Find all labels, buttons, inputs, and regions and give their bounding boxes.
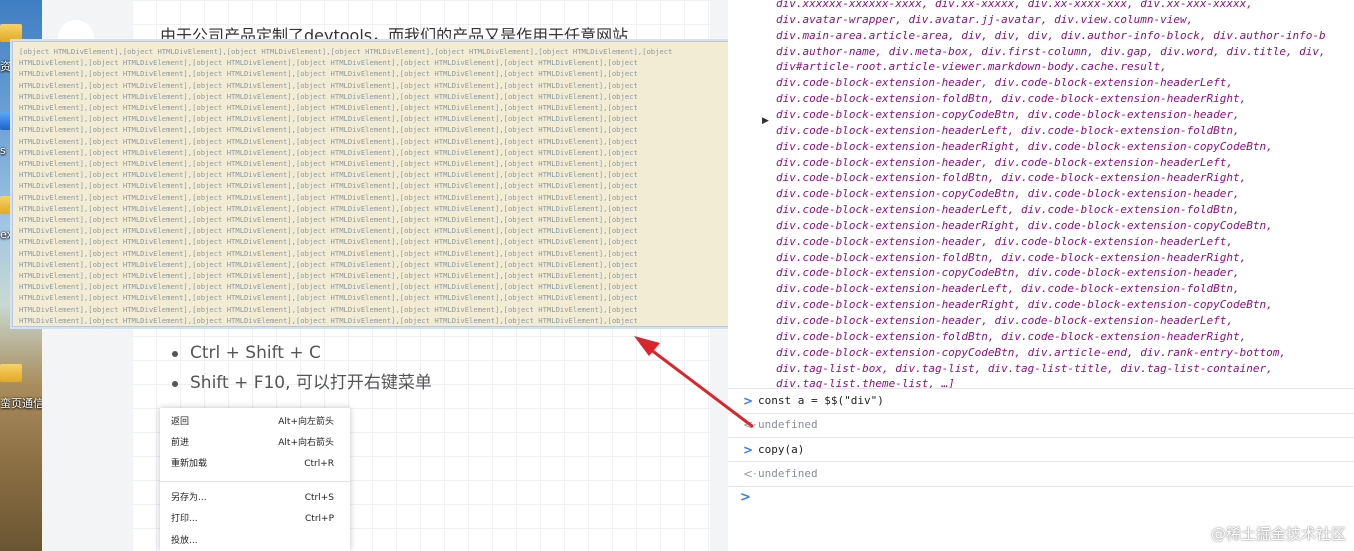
desktop-label: s <box>0 144 6 157</box>
element-list-line: div.main-area.article-area, div, div, di… <box>776 28 1326 42</box>
element-list-line: div.tag-list-box, div.tag-list, div.tag-… <box>776 361 1273 375</box>
list-item: Ctrl + Shift + C <box>170 338 432 368</box>
console-input-row[interactable]: > const a = $$("div") <box>728 390 1354 414</box>
menu-item-shortcut: Ctrl+R <box>304 459 334 469</box>
console-divider <box>728 486 1354 487</box>
element-list-line: div.code-block-extension-headerRight, di… <box>776 218 1273 232</box>
console-result: undefined <box>758 467 818 480</box>
clipboard-line: HTMLDivElement],[object HTMLDivElement],… <box>19 58 638 68</box>
element-list-line: div.author-name, div.meta-box, div.first… <box>776 44 1326 58</box>
expand-triangle-icon[interactable]: ▶ <box>762 116 769 126</box>
element-list-line: div.code-block-extension-headerLeft, div… <box>776 203 1240 217</box>
menu-item-print[interactable]: 打印... Ctrl+P <box>160 509 350 529</box>
clipboard-line: HTMLDivElement],[object HTMLDivElement],… <box>19 159 638 168</box>
desktop-label: 蛮页通信 <box>0 397 42 410</box>
console-prompt-icon[interactable]: > <box>740 490 751 505</box>
element-list-line: div#article-root.article-viewer.markdown… <box>776 60 1167 74</box>
console-output-row: <· undefined <box>728 463 1354 487</box>
clipboard-line: HTMLDivElement],[object HTMLDivElement],… <box>19 203 638 213</box>
devtools-console: ▶ div.xxxxxx-xxxxxx-xxxx, div.xx-xxxxx, … <box>728 0 1354 551</box>
menu-divider <box>160 481 350 482</box>
element-list-line: div.code-block-extension-foldBtn, div.co… <box>776 92 1247 106</box>
clipboard-line: HTMLDivElement],[object HTMLDivElement],… <box>19 259 638 269</box>
clipboard-line: HTMLDivElement],[object HTMLDivElement],… <box>19 271 638 280</box>
console-command: const a = $$("div") <box>758 394 884 407</box>
menu-item-label: 另存为... <box>171 493 207 503</box>
element-list-line: div.xxxxxx-xxxxxx-xxxx, div.xx-xxxxx, di… <box>776 0 1253 10</box>
context-menu: 返回 Alt+向左箭头 前进 Alt+向右箭头 重新加载 Ctrl+R 另存为.… <box>160 408 350 551</box>
list-item: Shift + F10, 可以打开右键菜单 <box>170 368 432 398</box>
element-list-line: div.code-block-extension-foldBtn, div.co… <box>776 171 1247 185</box>
element-list-line: div.code-block-extension-headerLeft, div… <box>776 282 1240 296</box>
element-list-line: div.code-block-extension-headerLeft, div… <box>776 123 1240 137</box>
element-list-line: div.code-block-extension-foldBtn, div.co… <box>776 250 1247 264</box>
clipboard-preview-popup: [object HTMLDivElement],[object HTMLDivE… <box>12 41 746 327</box>
element-list-line: div.code-block-extension-header, div.cod… <box>776 234 1233 248</box>
clipboard-line: HTMLDivElement],[object HTMLDivElement],… <box>19 304 638 314</box>
menu-item-shortcut: Ctrl+S <box>304 493 334 503</box>
folder-icon[interactable] <box>0 364 22 382</box>
element-list-line: div.code-block-extension-copyCodeBtn, di… <box>776 266 1240 280</box>
clipboard-line: HTMLDivElement],[object HTMLDivElement],… <box>19 282 638 292</box>
element-list-line: div.code-block-extension-foldBtn, div.co… <box>776 329 1247 343</box>
clipboard-line: HTMLDivElement],[object HTMLDivElement],… <box>19 237 638 247</box>
clipboard-line: HTMLDivElement],[object HTMLDivElement],… <box>19 114 638 124</box>
console-divider <box>728 388 1354 389</box>
clipboard-line: HTMLDivElement],[object HTMLDivElement],… <box>19 293 638 303</box>
console-divider <box>728 437 1354 438</box>
clipboard-line: HTMLDivElement],[object HTMLDivElement],… <box>19 170 638 180</box>
clipboard-line: HTMLDivElement],[object HTMLDivElement],… <box>19 215 638 224</box>
console-output-row: <· undefined <box>728 414 1354 438</box>
element-list-line: div.code-block-extension-copyCodeBtn, di… <box>776 107 1240 121</box>
menu-item-forward[interactable]: 前进 Alt+向右箭头 <box>160 433 350 453</box>
clipboard-line: HTMLDivElement],[object HTMLDivElement],… <box>19 69 638 79</box>
desktop-label: 资 <box>0 60 11 73</box>
element-list-line: div.code-block-extension-copyCodeBtn, di… <box>776 187 1240 201</box>
menu-item-label: 打印... <box>171 514 198 524</box>
menu-item-shortcut: Alt+向右箭头 <box>278 438 334 448</box>
element-list-line: div.code-block-extension-headerRight, di… <box>776 298 1273 312</box>
console-input-row[interactable]: > copy(a) <box>728 439 1354 463</box>
console-command: copy(a) <box>758 443 805 456</box>
folder-icon[interactable] <box>0 24 22 42</box>
element-list-line: div.code-block-extension-header, div.cod… <box>776 76 1233 90</box>
input-chevron-icon: > <box>743 443 754 457</box>
clipboard-line: HTMLDivElement],[object HTMLDivElement],… <box>19 136 638 146</box>
element-list-line: div.code-block-extension-header, div.cod… <box>776 155 1233 169</box>
clipboard-line: [object HTMLDivElement],[object HTMLDivE… <box>19 47 673 56</box>
input-chevron-icon: > <box>743 394 754 408</box>
clipboard-line: HTMLDivElement],[object HTMLDivElement],… <box>19 248 638 258</box>
output-arrow-icon: <· <box>743 418 757 432</box>
menu-item-shortcut: Alt+向左箭头 <box>278 417 334 427</box>
menu-item-cast[interactable]: 投放... <box>160 531 350 551</box>
element-list-line: div.avatar-wrapper, div.avatar.jj-avatar… <box>776 12 1194 26</box>
console-divider <box>728 461 1354 462</box>
clipboard-line: HTMLDivElement],[object HTMLDivElement],… <box>19 226 638 236</box>
element-list-line: div.code-block-extension-headerRight, di… <box>776 139 1273 153</box>
clipboard-line: HTMLDivElement],[object HTMLDivElement],… <box>19 315 638 325</box>
clipboard-line: HTMLDivElement],[object HTMLDivElement],… <box>19 80 638 90</box>
clipboard-line: HTMLDivElement],[object HTMLDivElement],… <box>19 103 638 112</box>
menu-item-label: 返回 <box>171 417 190 427</box>
clipboard-line: HTMLDivElement],[object HTMLDivElement],… <box>19 147 638 157</box>
menu-item-reload[interactable]: 重新加载 Ctrl+R <box>160 454 350 474</box>
menu-item-label: 前进 <box>171 438 190 448</box>
clipboard-line: HTMLDivElement],[object HTMLDivElement],… <box>19 125 638 135</box>
shortcut-list: Ctrl + Shift + C Shift + F10, 可以打开右键菜单 <box>170 338 432 398</box>
menu-item-save-as[interactable]: 另存为... Ctrl+S <box>160 488 350 508</box>
element-list-line: div.code-block-extension-header, div.cod… <box>776 314 1233 327</box>
element-list-line: div.code-block-extension-copyCodeBtn, di… <box>776 345 1286 359</box>
menu-item-shortcut: Ctrl+P <box>305 514 334 524</box>
watermark-text: @稀土掘金技术社区 <box>1210 525 1346 543</box>
console-result: undefined <box>758 418 818 431</box>
clipboard-line: HTMLDivElement],[object HTMLDivElement],… <box>19 91 638 101</box>
clipboard-line: HTMLDivElement],[object HTMLDivElement],… <box>19 181 638 191</box>
output-arrow-icon: <· <box>743 467 757 481</box>
menu-item-back[interactable]: 返回 Alt+向左箭头 <box>160 412 350 432</box>
menu-item-label: 投放... <box>171 536 198 546</box>
clipboard-line: HTMLDivElement],[object HTMLDivElement],… <box>19 192 638 202</box>
menu-item-label: 重新加载 <box>171 459 208 469</box>
